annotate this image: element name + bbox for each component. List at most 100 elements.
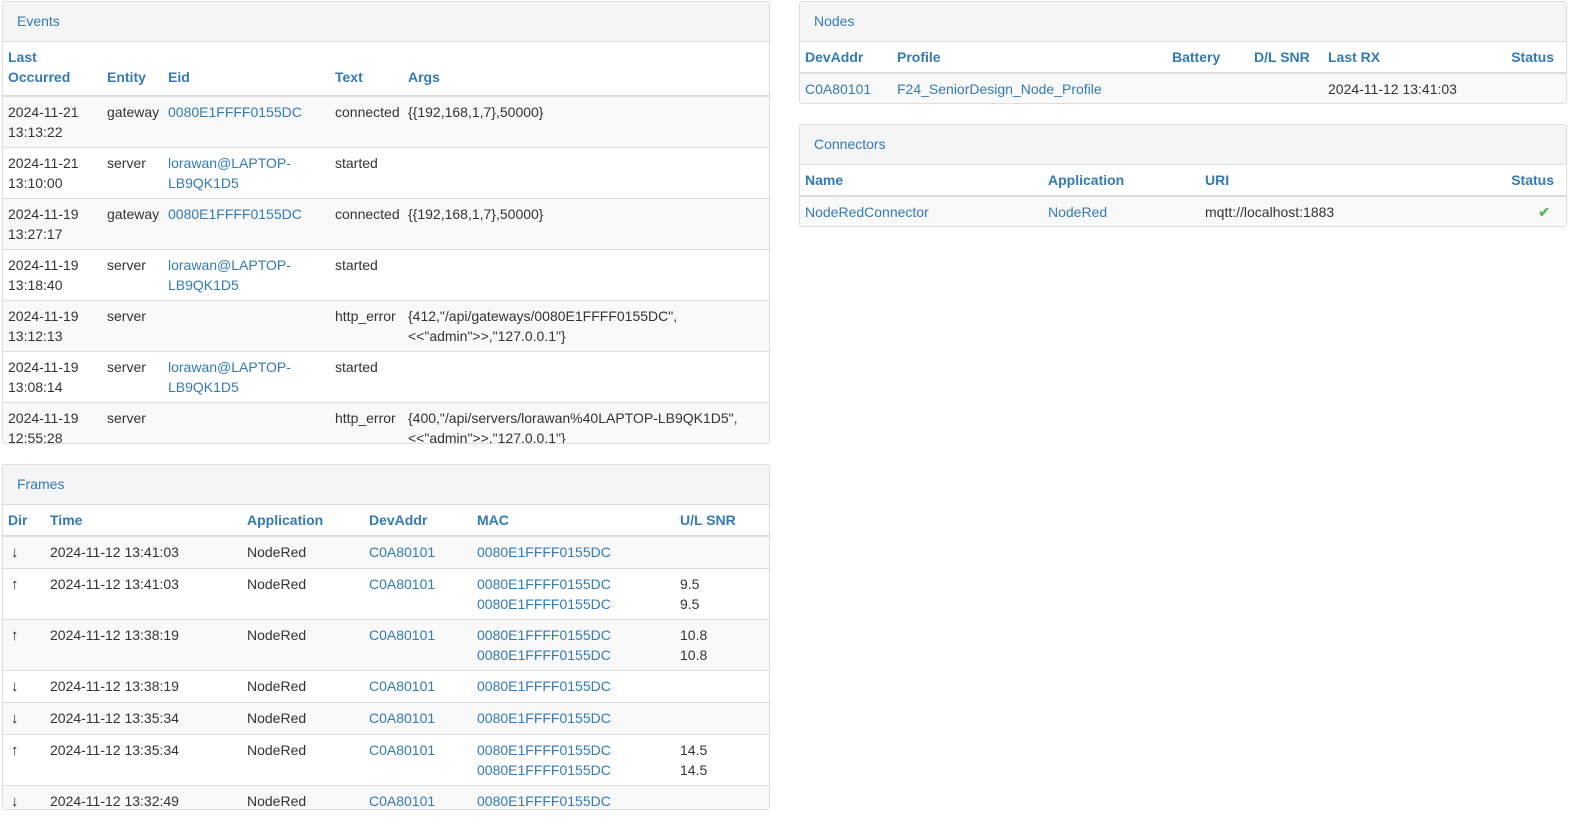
col-args[interactable]: Args <box>403 42 769 97</box>
table-row: 2024-11-19 12:55:28 server http_error {400,"… <box>3 402 769 444</box>
frame-devaddr-link[interactable]: C0A80101 <box>369 576 435 592</box>
event-last-occurred: 2024-11-19 12:55:28 <box>3 402 102 444</box>
frame-dir: ↑ <box>3 734 45 786</box>
col-application[interactable]: Application <box>1043 165 1200 197</box>
arrow-up-icon: ↑ <box>11 627 19 644</box>
frame-devaddr-link[interactable]: C0A80101 <box>369 678 435 694</box>
connectors-panel: Connectors Name Application URI Status N… <box>799 124 1567 227</box>
nodes-panel: Nodes DevAddr Profile Battery D/L SNR La… <box>799 1 1567 104</box>
node-profile-link[interactable]: F24_SeniorDesign_Node_Profile <box>897 81 1102 97</box>
col-application[interactable]: Application <box>242 505 364 537</box>
frame-dir: ↓ <box>3 702 45 735</box>
event-args <box>403 147 769 199</box>
table-row: ↓ 2024-11-12 13:38:19 NodeRed C0A80101 0080E… <box>3 670 769 703</box>
table-row: 2024-11-21 13:10:00 server lorawan@LAPTOP-L… <box>3 147 769 199</box>
frame-mac-link[interactable]: 0080E1FFFF0155DC <box>477 791 670 809</box>
event-entity: gateway <box>102 198 163 250</box>
col-dir[interactable]: Dir <box>3 505 45 537</box>
frame-snr-value: 9.5 <box>680 596 700 612</box>
event-eid-link[interactable]: lorawan@LAPTOP-LB9QK1D5 <box>168 155 291 191</box>
frame-mac-link[interactable]: 0080E1FFFF0155DC <box>477 594 670 614</box>
frame-devaddr: C0A80101 <box>364 536 472 569</box>
col-dl-snr[interactable]: D/L SNR <box>1249 42 1323 74</box>
col-status[interactable]: Status <box>1500 165 1566 197</box>
frame-application: NodeRed <box>242 536 364 569</box>
col-last-rx[interactable]: Last RX <box>1323 42 1506 74</box>
frame-mac-link[interactable]: 0080E1FFFF0155DC <box>477 760 670 780</box>
arrow-down-icon: ↓ <box>11 710 19 727</box>
table-row: 2024-11-19 13:18:40 server lorawan@LAPTOP-L… <box>3 249 769 301</box>
event-eid-link[interactable]: 0080E1FFFF0155DC <box>168 206 302 222</box>
frame-time: 2024-11-12 13:32:49 <box>45 785 242 809</box>
col-entity[interactable]: Entity <box>102 42 163 97</box>
event-eid: lorawan@LAPTOP-LB9QK1D5 <box>163 147 330 199</box>
frame-application: NodeRed <box>242 734 364 786</box>
frame-ul-snr <box>675 785 769 809</box>
connectors-body: NodeRedConnector NodeRed mqtt://localhost:… <box>800 196 1566 226</box>
col-profile[interactable]: Profile <box>892 42 1167 74</box>
frames-header-row: Dir Time Application DevAddr MAC U/L SNR <box>3 505 769 537</box>
col-text[interactable]: Text <box>330 42 403 97</box>
event-entity: server <box>102 351 163 403</box>
frame-devaddr-link[interactable]: C0A80101 <box>369 544 435 560</box>
frame-ul-snr <box>675 670 769 703</box>
table-row: 2024-11-19 13:27:17 gateway 0080E1FFFF0155D… <box>3 198 769 250</box>
event-time: 13:12:13 <box>8 328 63 344</box>
frame-mac-link[interactable]: 0080E1FFFF0155DC <box>477 574 670 594</box>
events-body: 2024-11-21 13:13:22 gateway 0080E1FFFF0155D… <box>3 96 769 444</box>
connector-status: ✔ <box>1500 196 1566 226</box>
frame-mac-link[interactable]: 0080E1FFFF0155DC <box>477 625 670 645</box>
frame-devaddr-link[interactable]: C0A80101 <box>369 793 435 809</box>
arrow-down-icon: ↓ <box>11 793 19 810</box>
col-mac[interactable]: MAC <box>472 505 675 537</box>
event-date: 2024-11-21 <box>8 155 79 171</box>
col-devaddr[interactable]: DevAddr <box>364 505 472 537</box>
frame-ul-snr: 14.5 14.5 <box>675 734 769 786</box>
node-devaddr-link[interactable]: C0A80101 <box>805 81 871 97</box>
event-last-occurred: 2024-11-19 13:18:40 <box>3 249 102 301</box>
event-entity: server <box>102 249 163 301</box>
event-last-occurred: 2024-11-19 13:08:14 <box>3 351 102 403</box>
table-row: ↑ 2024-11-12 13:41:03 NodeRed C0A80101 0080E… <box>3 568 769 620</box>
event-date: 2024-11-19 <box>8 206 79 222</box>
col-status[interactable]: Status <box>1506 42 1566 74</box>
frame-mac: 0080E1FFFF0155DC <box>472 785 675 809</box>
frame-mac-link[interactable]: 0080E1FFFF0155DC <box>477 708 670 728</box>
frame-mac-link[interactable]: 0080E1FFFF0155DC <box>477 676 670 696</box>
frame-snr-value: 10.8 <box>680 647 708 663</box>
frame-snr-value: 9.5 <box>680 576 700 592</box>
frame-devaddr-link[interactable]: C0A80101 <box>369 710 435 726</box>
col-name[interactable]: Name <box>800 165 1043 197</box>
checkmark-icon: ✔ <box>1538 204 1550 220</box>
event-eid-link[interactable]: 0080E1FFFF0155DC <box>168 104 302 120</box>
event-args: {{192,168,1,7},50000} <box>403 198 769 250</box>
col-uri[interactable]: URI <box>1200 165 1500 197</box>
frame-mac-link[interactable]: 0080E1FFFF0155DC <box>477 645 670 665</box>
frame-time: 2024-11-12 13:35:34 <box>45 702 242 735</box>
col-last-occurred[interactable]: Last Occurred <box>3 42 102 97</box>
event-last-occurred: 2024-11-21 13:10:00 <box>3 147 102 199</box>
frame-devaddr-link[interactable]: C0A80101 <box>369 742 435 758</box>
connector-application-link[interactable]: NodeRed <box>1048 204 1107 220</box>
col-battery[interactable]: Battery <box>1167 42 1249 74</box>
table-row: 2024-11-19 13:08:14 server lorawan@LAPTOP-L… <box>3 351 769 403</box>
arrow-down-icon: ↓ <box>11 544 19 561</box>
node-devaddr: C0A80101 <box>800 73 892 103</box>
event-last-occurred: 2024-11-19 13:12:13 <box>3 300 102 352</box>
event-time: 12:55:28 <box>8 430 63 444</box>
event-eid-link[interactable]: lorawan@LAPTOP-LB9QK1D5 <box>168 359 291 395</box>
col-time[interactable]: Time <box>45 505 242 537</box>
event-date: 2024-11-19 <box>8 359 79 375</box>
col-eid[interactable]: Eid <box>163 42 330 97</box>
connector-name-link[interactable]: NodeRedConnector <box>805 204 929 220</box>
frame-mac-link[interactable]: 0080E1FFFF0155DC <box>477 740 670 760</box>
col-devaddr[interactable]: DevAddr <box>800 42 892 74</box>
frame-snr-value: 14.5 <box>680 742 708 758</box>
col-ul-snr[interactable]: U/L SNR <box>675 505 769 537</box>
frame-snr-value: 14.5 <box>680 762 708 778</box>
frame-mac-link[interactable]: 0080E1FFFF0155DC <box>477 542 670 562</box>
frame-application: NodeRed <box>242 785 364 809</box>
event-eid-link[interactable]: lorawan@LAPTOP-LB9QK1D5 <box>168 257 291 293</box>
frame-devaddr-link[interactable]: C0A80101 <box>369 627 435 643</box>
event-eid: lorawan@LAPTOP-LB9QK1D5 <box>163 351 330 403</box>
